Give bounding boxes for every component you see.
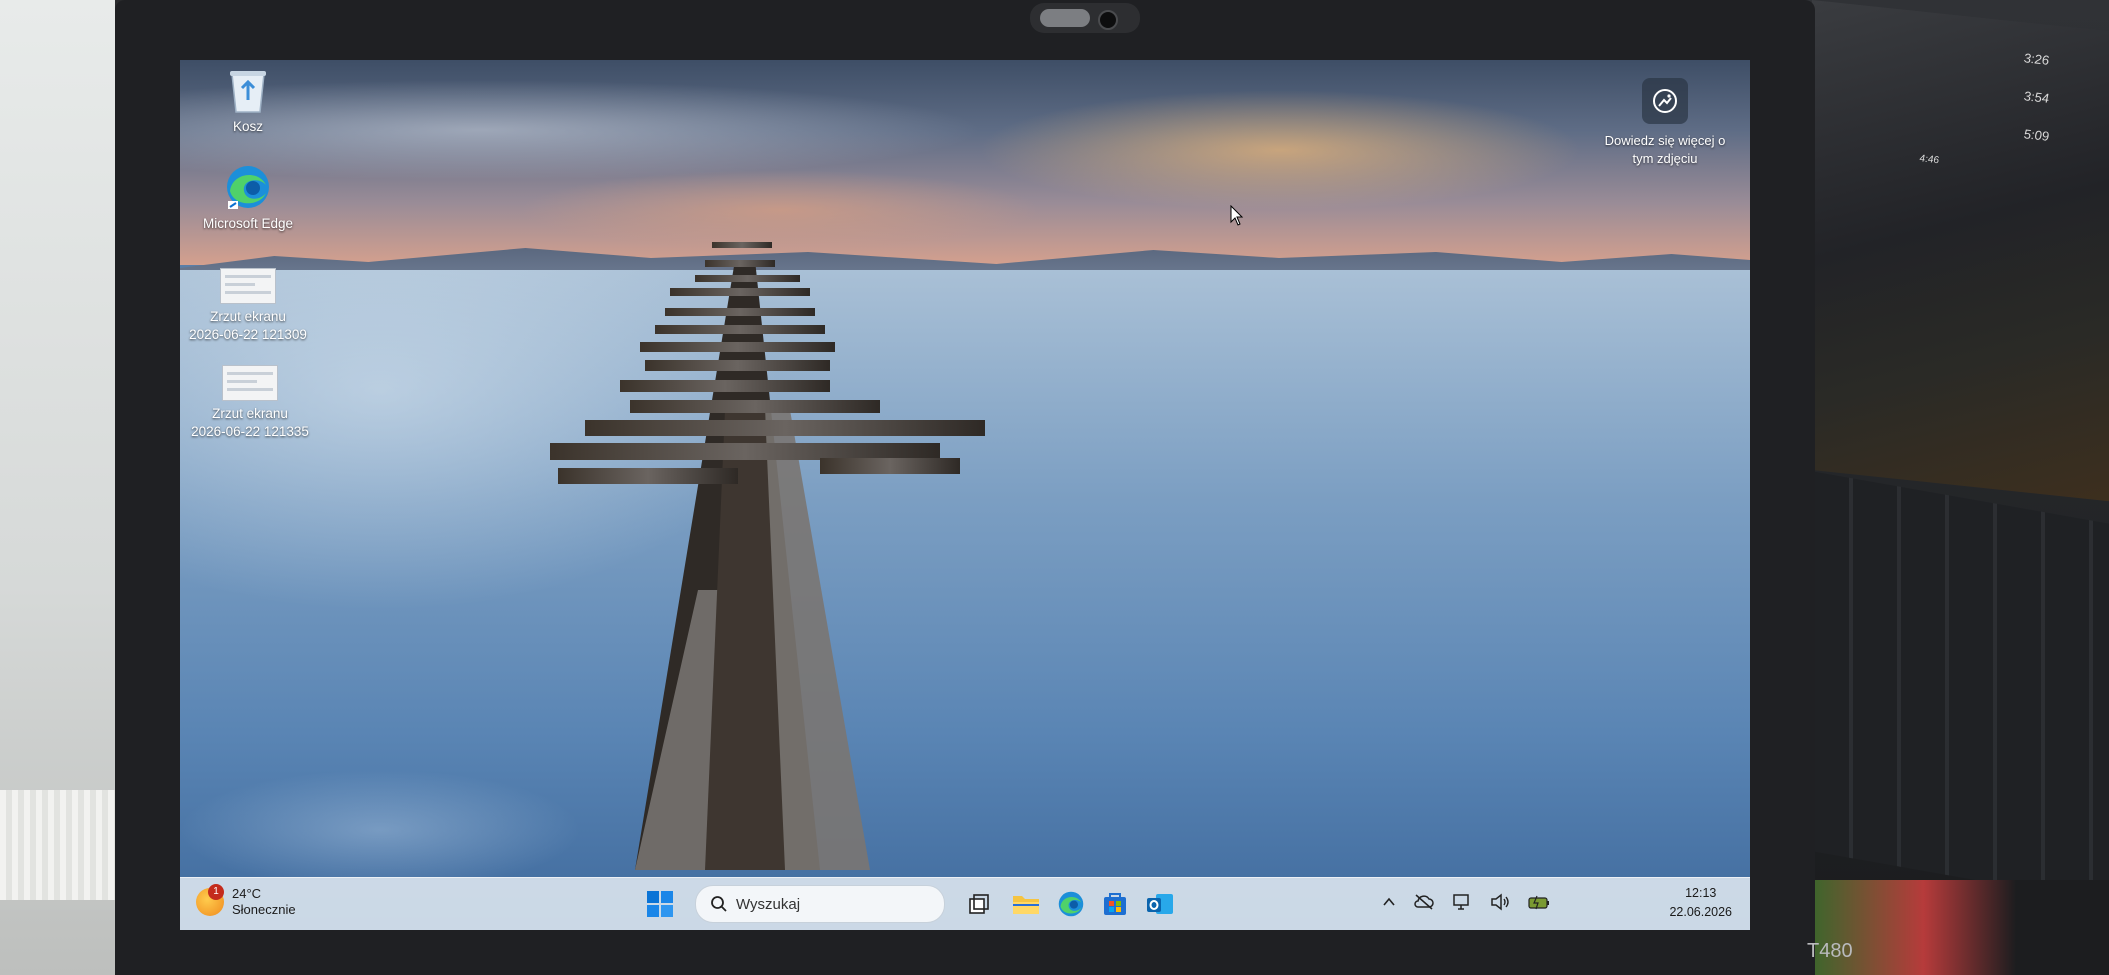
start-button[interactable] bbox=[646, 890, 674, 918]
external-keyboard bbox=[1805, 470, 2109, 904]
webcam-lens bbox=[1098, 10, 1118, 30]
webcam-shutter bbox=[1040, 9, 1090, 27]
monitor-time-label: 4:46 bbox=[1919, 153, 1939, 167]
monitor-time-label: 3:26 bbox=[2023, 50, 2049, 68]
outlook-icon bbox=[1147, 894, 1173, 914]
taskbar-clock[interactable]: 12:13 22.06.2026 bbox=[1669, 884, 1732, 922]
weather-widget[interactable]: 1 24°C Słonecznie bbox=[196, 884, 296, 918]
clock-time: 12:13 bbox=[1685, 886, 1717, 900]
secondary-monitor: 3:26 3:54 5:09 4:46 bbox=[1812, 0, 2109, 502]
mouse-cursor-icon bbox=[1230, 205, 1244, 226]
file-name-label: Zrzut ekranu bbox=[210, 309, 286, 324]
microsoft-store-button[interactable] bbox=[1100, 889, 1130, 919]
weather-temperature: 24°C bbox=[232, 886, 262, 901]
file-date-label: 2026-06-22 121335 bbox=[191, 424, 309, 439]
screenshot-file-2[interactable]: Zrzut ekranu 2026-06-22 121335 bbox=[190, 365, 310, 441]
file-explorer-button[interactable] bbox=[1011, 889, 1041, 919]
weather-condition: Słonecznie bbox=[232, 902, 296, 917]
background-wall bbox=[0, 0, 130, 975]
recycle-bin-shortcut[interactable]: Kosz bbox=[188, 66, 308, 136]
taskbar-search-box[interactable]: Wyszukaj bbox=[695, 885, 945, 923]
recycle-bin-label: Kosz bbox=[232, 119, 263, 134]
spotlight-learn-more[interactable]: Dowiedz się więcej o tym zdjęciu bbox=[1600, 78, 1730, 168]
clock-date: 22.06.2026 bbox=[1669, 905, 1732, 919]
file-explorer-icon bbox=[1013, 896, 1039, 914]
windows-logo-icon bbox=[647, 891, 673, 917]
image-file-icon bbox=[222, 365, 278, 401]
volume-icon[interactable] bbox=[1490, 893, 1510, 911]
microsoft-store-icon bbox=[1104, 893, 1126, 915]
task-view-button[interactable] bbox=[964, 889, 994, 919]
desktop-screen: Kosz Microsoft Edge Zrzut ekranu 2026-06… bbox=[180, 60, 1750, 930]
chevron-up-icon[interactable] bbox=[1382, 895, 1396, 909]
camera-spotlight-icon[interactable] bbox=[1642, 78, 1688, 124]
search-placeholder: Wyszukaj bbox=[736, 895, 801, 913]
recycle-bin-icon bbox=[226, 66, 270, 114]
window-blind bbox=[0, 790, 130, 900]
notification-badge: 1 bbox=[208, 884, 224, 900]
image-file-icon bbox=[220, 268, 276, 304]
screenshot-file-1[interactable]: Zrzut ekranu 2026-06-22 121309 bbox=[188, 268, 308, 344]
model-label: T480 bbox=[1807, 940, 1853, 962]
edge-icon bbox=[1058, 891, 1084, 917]
wallpaper-pier bbox=[550, 242, 985, 870]
battery-icon[interactable] bbox=[1528, 894, 1550, 910]
spotlight-label: Dowiedz się więcej o tym zdjęciu bbox=[1604, 133, 1726, 166]
system-tray bbox=[1382, 893, 1550, 911]
edge-taskbar-button[interactable] bbox=[1056, 889, 1086, 919]
network-icon[interactable] bbox=[1452, 893, 1472, 911]
webcam bbox=[1030, 3, 1140, 33]
search-icon bbox=[711, 896, 727, 912]
file-date-label: 2026-06-22 121309 bbox=[189, 327, 307, 342]
edge-shortcut[interactable]: Microsoft Edge bbox=[188, 163, 308, 233]
monitor-time-label: 3:54 bbox=[2023, 88, 2049, 106]
task-view-icon bbox=[969, 894, 989, 914]
sun-icon: 1 bbox=[196, 884, 224, 916]
outlook-button[interactable] bbox=[1145, 889, 1175, 919]
cloud-off-icon[interactable] bbox=[1414, 894, 1434, 910]
edge-icon bbox=[224, 163, 272, 211]
file-name-label: Zrzut ekranu bbox=[212, 406, 288, 421]
monitor-time-label: 5:09 bbox=[2023, 126, 2049, 144]
edge-shortcut-label: Microsoft Edge bbox=[202, 216, 294, 231]
taskbar: 1 24°C Słonecznie Wyszukaj 12:13 22.06.2… bbox=[180, 877, 1750, 930]
